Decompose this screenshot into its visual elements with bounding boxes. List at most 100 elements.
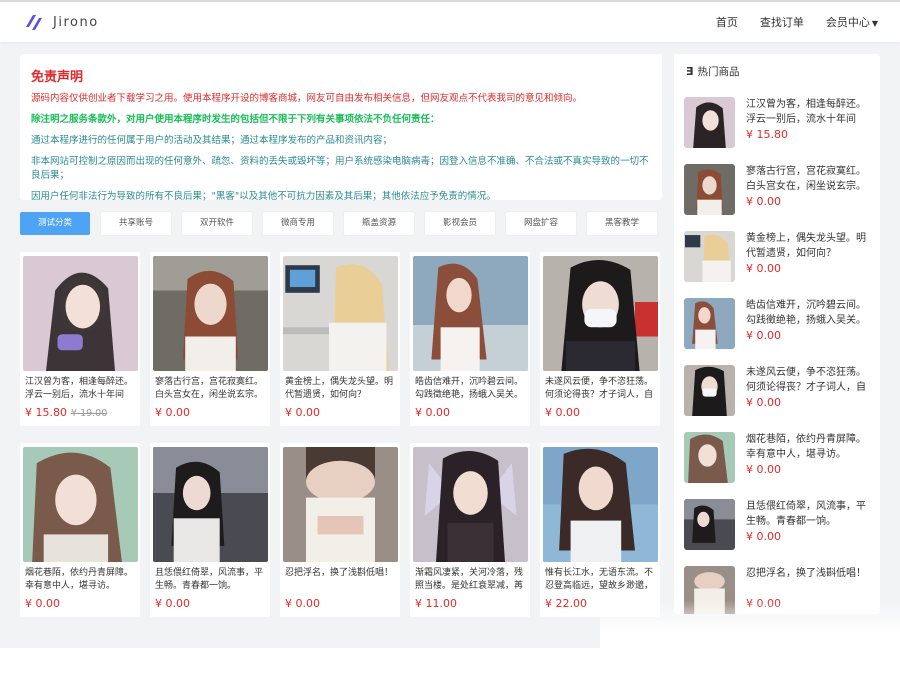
hot-product-item[interactable]: 黄金榜上，偶失龙头望。明代暂遗贤，如何向？ ¥ 0.00: [684, 231, 874, 283]
top-navbar: Jirono 首页 查找订单 会员中心 ▼: [0, 0, 900, 42]
product-image[interactable]: [413, 447, 528, 562]
hot-product-price: ¥ 0.00: [746, 262, 781, 275]
tab-category-8[interactable]: 黑客教学: [587, 212, 657, 235]
product-price: ¥ 0.00: [155, 597, 190, 610]
disclaimer-panel: 免责声明 源码内容仅供创业者下载学习之用。使用本程序开设的博客商城，网友可自由发…: [20, 54, 662, 202]
product-card[interactable]: 烟花巷陌，依约丹青屏障。幸有意中人，堪寻访。 ¥ 0.00: [20, 443, 140, 617]
hot-product-price: ¥ 0.00: [746, 195, 781, 208]
hot-product-title[interactable]: 黄金榜上，偶失龙头望。明代暂遗贤，如何向？: [746, 231, 874, 261]
hot-product-price: ¥ 0.00: [746, 329, 781, 342]
hot-product-thumb[interactable]: [684, 365, 735, 416]
product-card[interactable]: 江汉曾为客，相逢每醉还。浮云一别后，流水十年间 ¥ 15.80 ¥ 19.00: [20, 252, 140, 426]
product-image[interactable]: [23, 256, 138, 371]
product-card[interactable]: 皓齿信难开，沉吟碧云间。勾践徵绝艳，扬蛾入吴关。 ¥ 0.00: [410, 252, 530, 426]
hot-product-thumb[interactable]: [684, 164, 735, 215]
product-card[interactable]: 且恁偎红倚翠，风流事，平生畅。青春都一饷。 ¥ 0.00: [150, 443, 270, 617]
product-title[interactable]: 未遂风云便，争不恣狂荡。何须论得丧？才子词人，自是白衣卿相。: [545, 376, 655, 402]
hot-product-title[interactable]: 烟花巷陌，依约丹青屏障。幸有意中人，堪寻访。: [746, 432, 874, 462]
product-title[interactable]: 且恁偎红倚翠，风流事，平生畅。青春都一饷。: [155, 567, 265, 593]
product-card[interactable]: 渐霜风凄紧，关河冷落，残照当楼。是处红衰翠减，苒苒物华休。 ¥ 11.00: [410, 443, 530, 617]
hot-product-thumb[interactable]: [684, 432, 735, 483]
disclaimer-title: 免责声明: [31, 70, 84, 85]
hot-product-price: ¥ 0.00: [746, 463, 781, 476]
hot-product-thumb[interactable]: [684, 231, 735, 282]
hot-product-thumb[interactable]: [684, 97, 735, 148]
hot-product-title[interactable]: 且恁偎红倚翠，风流事，平生畅。青春都一饷。: [746, 499, 874, 529]
product-title[interactable]: 惟有长江水，无语东流。不忍登高临远，望故乡渺邈，归思难收。: [545, 567, 655, 593]
hot-products-title: 热门商品: [697, 66, 740, 78]
hot-product-title[interactable]: 皓齿信难开，沉吟碧云间。勾践徵绝艳，扬蛾入吴关。: [746, 298, 874, 328]
product-card[interactable]: 未遂风云便，争不恣狂荡。何须论得丧？才子词人，自是白衣卿相。 ¥ 0.00: [540, 252, 660, 426]
bottom-fade-overlay: [600, 600, 900, 683]
product-price: ¥ 0.00: [285, 406, 320, 419]
tab-category-3[interactable]: 双开软件: [182, 212, 252, 235]
product-image[interactable]: [543, 256, 658, 371]
product-card[interactable]: 寥落古行宫，宫花寂寞红。白头宫女在，闲坐说玄宗。 ¥ 0.00: [150, 252, 270, 426]
disclaimer-line-1: 源码内容仅供创业者下载学习之用。使用本程序开设的博客商城，网友可自由发布相关信息…: [31, 93, 583, 104]
main-nav: 首页 查找订单 会员中心 ▼: [694, 14, 878, 30]
hot-products-sidebar: ∃ 热门商品 江汉曾为客，相逢每醉还。浮云一别后，流水十年间 ¥ 15.80 寥…: [674, 54, 880, 614]
product-price: ¥ 15.80 ¥ 19.00: [25, 406, 107, 419]
product-card[interactable]: 黄金榜上，偶失龙头望。明代暂遗贤，如何向？ ¥ 0.00: [280, 252, 400, 426]
hot-product-price: ¥ 15.80: [746, 128, 788, 141]
product-price: ¥ 11.00: [415, 597, 457, 610]
product-title[interactable]: 忍把浮名，换了浅斟低唱！: [285, 567, 395, 593]
hot-product-title[interactable]: 江汉曾为客，相逢每醉还。浮云一别后，流水十年间: [746, 97, 874, 127]
hot-product-thumb[interactable]: [684, 298, 735, 349]
product-price: ¥ 0.00: [285, 597, 320, 610]
brand-logo-icon: [26, 15, 42, 30]
product-title[interactable]: 皓齿信难开，沉吟碧云间。勾践徵绝艳，扬蛾入吴关。: [415, 376, 525, 402]
hot-product-item[interactable]: 江汉曾为客，相逢每醉还。浮云一别后，流水十年间 ¥ 15.80: [684, 97, 874, 149]
tab-category-7[interactable]: 网盘扩容: [506, 212, 576, 235]
product-image[interactable]: [413, 256, 528, 371]
product-image[interactable]: [23, 447, 138, 562]
product-old-price: ¥ 19.00: [71, 408, 108, 419]
product-price: ¥ 0.00: [545, 406, 580, 419]
product-title[interactable]: 烟花巷陌，依约丹青屏障。幸有意中人，堪寻访。: [25, 567, 135, 593]
tab-category-6[interactable]: 影视会员: [425, 212, 495, 235]
disclaimer-line-2: 除注明之服务条款外，对用户使用本程序时发生的包括但不限于下列有关事项依法不负任何…: [31, 114, 440, 125]
hot-product-item[interactable]: 皓齿信难开，沉吟碧云间。勾践徵绝艳，扬蛾入吴关。 ¥ 0.00: [684, 298, 874, 350]
tab-category-5[interactable]: 瓶盖资源: [344, 212, 414, 235]
nav-home[interactable]: 首页: [716, 14, 738, 30]
hot-product-item[interactable]: 未遂风云便，争不恣狂荡。何须论得丧？才子词人，自是白衣卿相。 ¥ 0.00: [684, 365, 874, 417]
product-card[interactable]: 忍把浮名，换了浅斟低唱！ ¥ 0.00: [280, 443, 400, 617]
hot-product-item[interactable]: 烟花巷陌，依约丹青屏障。幸有意中人，堪寻访。 ¥ 0.00: [684, 432, 874, 484]
hot-product-price: ¥ 0.00: [746, 530, 781, 543]
product-image[interactable]: [153, 256, 268, 371]
product-price: ¥ 0.00: [25, 597, 60, 610]
hot-product-thumb[interactable]: [684, 499, 735, 550]
hot-product-title[interactable]: 未遂风云便，争不恣狂荡。何须论得丧？才子词人，自是白衣卿相。: [746, 365, 874, 395]
disclaimer-line-3: 通过本程序进行的任何属于用户的活动及其结果；通过本程序发布的产品和资讯内容；: [31, 135, 393, 146]
brand-name: Jirono: [53, 14, 99, 30]
fire-icon: ∃: [686, 65, 694, 78]
hot-product-title[interactable]: 忍把浮名，换了浅斟低唱！: [746, 566, 874, 596]
product-price-value: ¥ 15.80: [25, 406, 67, 419]
tab-category-1[interactable]: 测试分类: [20, 212, 90, 235]
product-price: ¥ 0.00: [155, 406, 190, 419]
brand-logo[interactable]: Jirono: [23, 11, 99, 33]
category-tabs: 测试分类 共享账号 双开软件 微商专用 瓶盖资源 影视会员 网盘扩容 黑客教学: [20, 212, 668, 235]
product-price: ¥ 0.00: [415, 406, 450, 419]
tab-category-4[interactable]: 微商专用: [263, 212, 333, 235]
product-image[interactable]: [283, 256, 398, 371]
chevron-down-icon: ▼: [871, 19, 878, 28]
nav-member-label: 会员中心: [825, 16, 870, 29]
product-title[interactable]: 江汉曾为客，相逢每醉还。浮云一别后，流水十年间: [25, 376, 135, 402]
hot-product-item[interactable]: 且恁偎红倚翠，风流事，平生畅。青春都一饷。 ¥ 0.00: [684, 499, 874, 551]
product-image[interactable]: [283, 447, 398, 562]
hot-product-item[interactable]: 寥落古行宫，宫花寂寞红。白头宫女在，闲坐说玄宗。 ¥ 0.00: [684, 164, 874, 216]
nav-member-center[interactable]: 会员中心 ▼: [826, 14, 878, 30]
tab-category-2[interactable]: 共享账号: [101, 212, 171, 235]
hot-product-price: ¥ 0.00: [746, 396, 781, 409]
product-card[interactable]: 惟有长江水，无语东流。不忍登高临远，望故乡渺邈，归思难收。 ¥ 22.00: [540, 443, 660, 617]
product-price: ¥ 22.00: [545, 597, 587, 610]
disclaimer-line-5: 因用户任何非法行为导致的所有不良后果；"黑客"以及其他不可抗力因素及其后果；其他…: [31, 191, 496, 202]
nav-orders[interactable]: 查找订单: [760, 14, 804, 30]
product-title[interactable]: 渐霜风凄紧，关河冷落，残照当楼。是处红衰翠减，苒苒物华休。: [415, 567, 525, 593]
product-title[interactable]: 黄金榜上，偶失龙头望。明代暂遗贤，如何向？: [285, 376, 395, 402]
product-title[interactable]: 寥落古行宫，宫花寂寞红。白头宫女在，闲坐说玄宗。: [155, 376, 265, 402]
product-image[interactable]: [153, 447, 268, 562]
hot-product-title[interactable]: 寥落古行宫，宫花寂寞红。白头宫女在，闲坐说玄宗。: [746, 164, 874, 194]
product-image[interactable]: [543, 447, 658, 562]
